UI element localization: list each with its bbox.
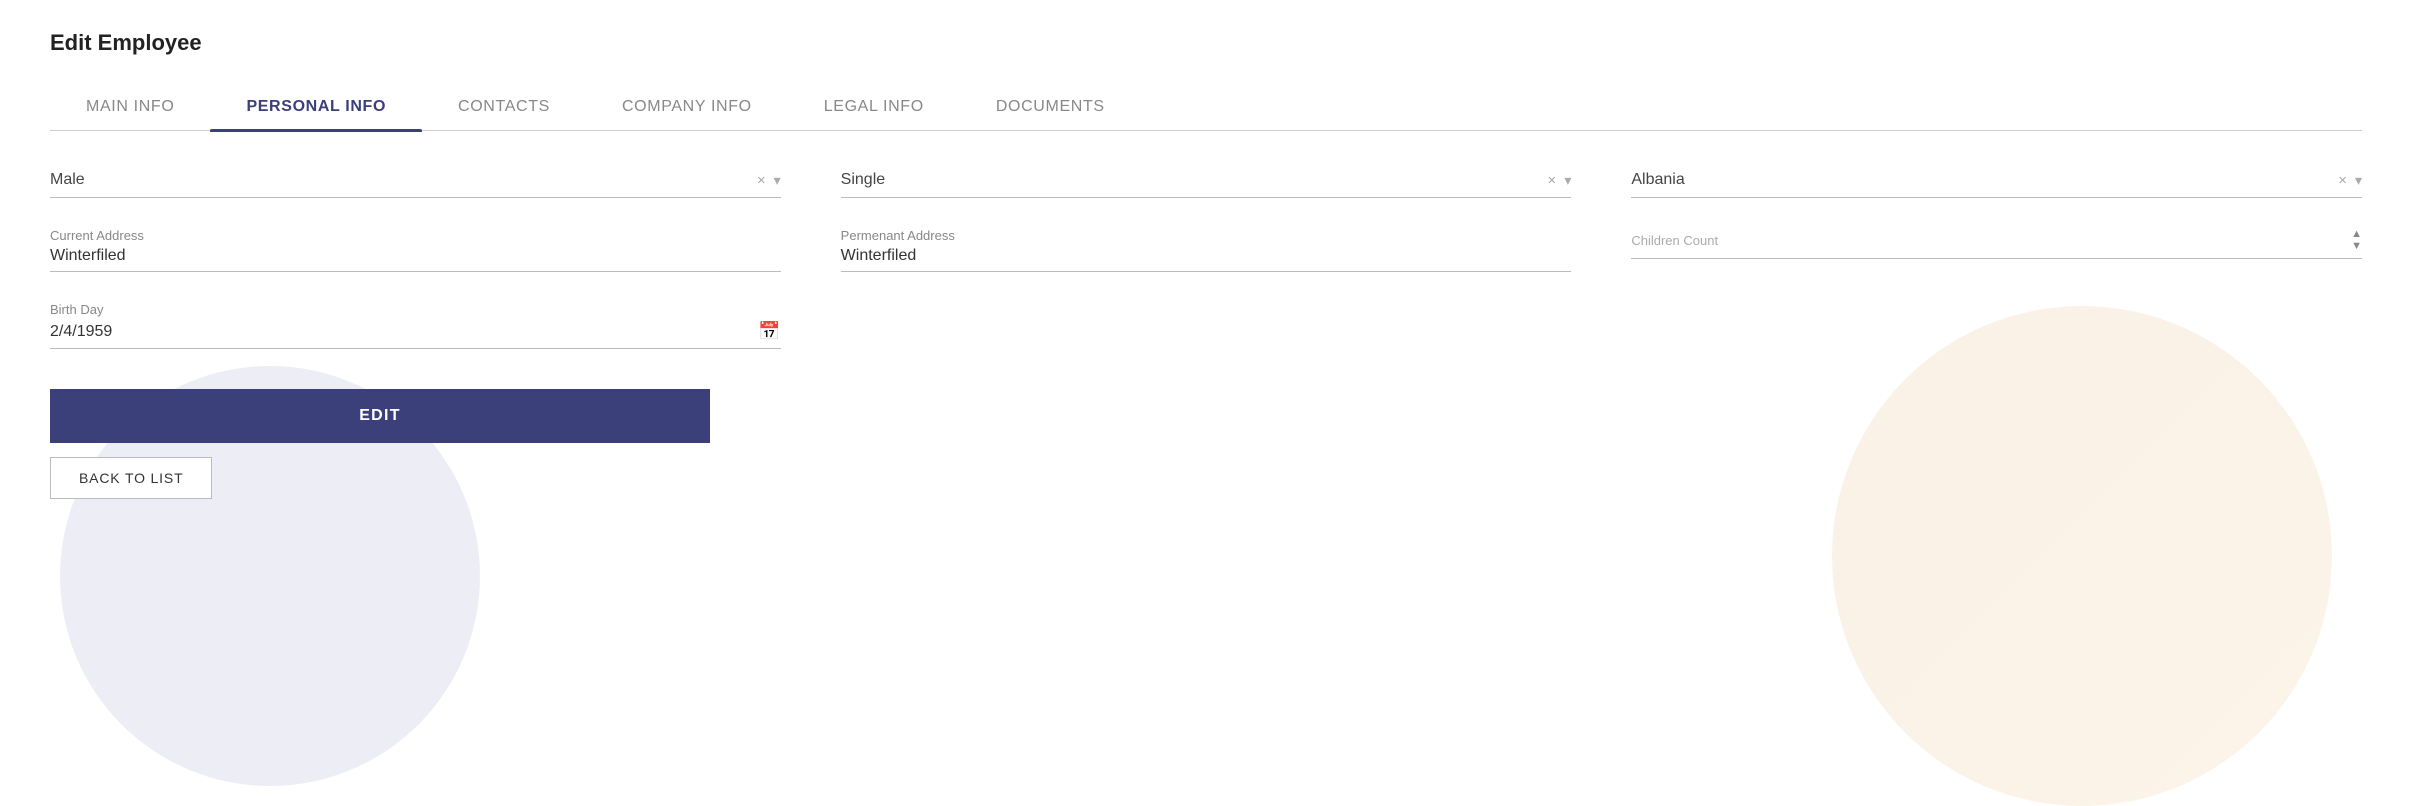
marital-status-arrow-icon[interactable]: ▾: [1564, 172, 1571, 189]
permanent-address-value[interactable]: Winterfiled: [841, 247, 1572, 272]
nationality-select[interactable]: Albania × ▾: [1631, 171, 2362, 198]
marital-status-controls: × ▾: [1548, 172, 1572, 189]
marital-status-value: Single: [841, 171, 885, 189]
spinner-up-icon[interactable]: ▲: [2351, 228, 2362, 240]
children-count-label: Children Count: [1631, 233, 1718, 248]
marital-status-clear-icon[interactable]: ×: [1548, 172, 1557, 189]
nationality-value: Albania: [1631, 171, 1684, 189]
permanent-address-field: Permenant Address Winterfiled: [841, 228, 1572, 272]
back-to-list-button[interactable]: BACK TO LIST: [50, 457, 212, 499]
gender-clear-icon[interactable]: ×: [757, 172, 766, 189]
tab-main-info[interactable]: MAIN INFO: [50, 84, 210, 130]
buttons-row: EDIT BACK TO LIST: [50, 389, 710, 499]
birth-day-field: Birth Day 2/4/1959 📅: [50, 302, 781, 349]
children-count-field[interactable]: Children Count ▲ ▼: [1631, 228, 2362, 259]
form-column-3: Albania × ▾ Children Count ▲ ▼: [1631, 171, 2362, 349]
calendar-icon[interactable]: 📅: [758, 321, 780, 342]
tab-contacts[interactable]: CONTACTS: [422, 84, 586, 130]
children-count-spinner[interactable]: ▲ ▼: [2351, 228, 2362, 252]
page-title: Edit Employee: [50, 30, 2362, 56]
nationality-clear-icon[interactable]: ×: [2338, 172, 2347, 189]
current-address-value[interactable]: Winterfiled: [50, 247, 781, 272]
form-column-1: Male × ▾ Current Address Winterfiled Bir…: [50, 171, 781, 349]
tab-documents[interactable]: DOCUMENTS: [960, 84, 1141, 130]
gender-select[interactable]: Male × ▾: [50, 171, 781, 198]
nationality-controls: × ▾: [2338, 172, 2362, 189]
edit-button[interactable]: EDIT: [50, 389, 710, 443]
gender-controls: × ▾: [757, 172, 781, 189]
birth-day-value: 2/4/1959: [50, 323, 112, 341]
form-area: Male × ▾ Current Address Winterfiled Bir…: [50, 171, 2362, 349]
tab-personal-info[interactable]: PERSONAL INFO: [210, 84, 422, 130]
marital-status-select[interactable]: Single × ▾: [841, 171, 1572, 198]
nationality-arrow-icon[interactable]: ▾: [2355, 172, 2362, 189]
current-address-label: Current Address: [50, 228, 781, 243]
tab-company-info[interactable]: COMPANY INFO: [586, 84, 788, 130]
form-column-2: Single × ▾ Permenant Address Winterfiled: [841, 171, 1572, 349]
spinner-down-icon[interactable]: ▼: [2351, 240, 2362, 252]
tabs-bar: MAIN INFO PERSONAL INFO CONTACTS COMPANY…: [50, 84, 2362, 131]
tab-legal-info[interactable]: LEGAL INFO: [788, 84, 960, 130]
gender-arrow-icon[interactable]: ▾: [774, 172, 781, 189]
permanent-address-label: Permenant Address: [841, 228, 1572, 243]
birth-day-row[interactable]: 2/4/1959 📅: [50, 321, 781, 349]
current-address-field: Current Address Winterfiled: [50, 228, 781, 272]
gender-value: Male: [50, 171, 85, 189]
birth-day-label: Birth Day: [50, 302, 781, 317]
